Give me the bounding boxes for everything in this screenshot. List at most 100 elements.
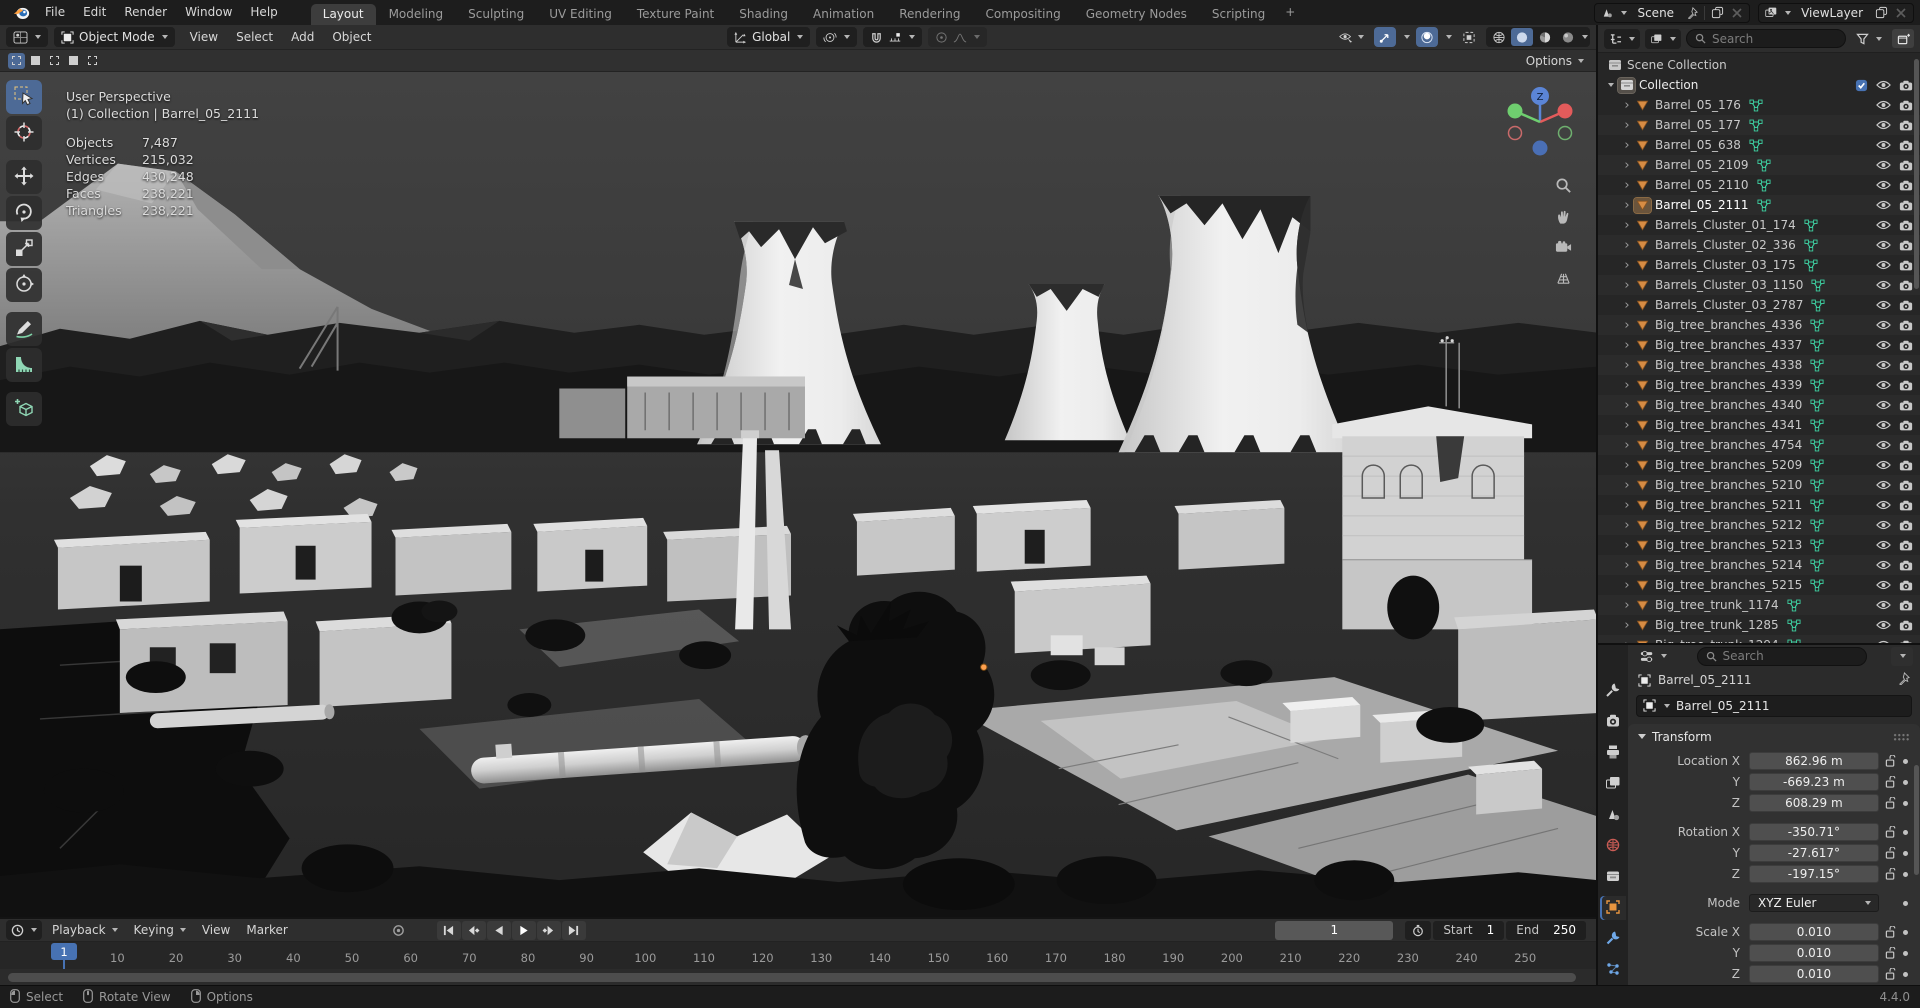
tool-button[interactable] bbox=[6, 116, 42, 150]
outliner-item[interactable]: › Big_tree_trunk_1285 bbox=[1598, 615, 1920, 635]
animate-property-dot[interactable] bbox=[1900, 900, 1912, 906]
properties-tab[interactable] bbox=[1600, 958, 1626, 982]
disable-render-camera-icon[interactable] bbox=[1897, 180, 1914, 191]
disable-render-camera-icon[interactable] bbox=[1897, 100, 1914, 111]
expand-chevron-icon[interactable]: › bbox=[1620, 378, 1634, 393]
scene-collection-row[interactable]: Scene Collection bbox=[1598, 55, 1920, 75]
outliner-item[interactable]: › Barrel_05_2111 bbox=[1598, 195, 1920, 215]
select-mode-invert[interactable] bbox=[65, 53, 82, 69]
expand-chevron-icon[interactable]: › bbox=[1620, 538, 1634, 553]
disable-render-camera-icon[interactable] bbox=[1897, 440, 1914, 451]
outliner-item[interactable]: › Big_tree_branches_5215 bbox=[1598, 575, 1920, 595]
expand-chevron-icon[interactable]: › bbox=[1620, 338, 1634, 353]
tool-button[interactable] bbox=[6, 160, 42, 194]
timeline-menu-item[interactable]: View bbox=[194, 923, 238, 937]
outliner-item[interactable]: › Big_tree_branches_5211 bbox=[1598, 495, 1920, 515]
proportional-edit-controls[interactable] bbox=[928, 27, 988, 47]
3d-viewport[interactable]: User Perspective (1) Collection | Barrel… bbox=[0, 72, 1596, 917]
disable-render-camera-icon[interactable] bbox=[1897, 580, 1914, 591]
disable-render-camera-icon[interactable] bbox=[1897, 200, 1914, 211]
expand-chevron-icon[interactable]: › bbox=[1620, 118, 1634, 133]
workspace-tab[interactable]: Sculpting bbox=[456, 4, 536, 25]
tool-button[interactable] bbox=[6, 392, 42, 426]
viewport-menu-item[interactable]: Object bbox=[323, 25, 380, 50]
expand-chevron-icon[interactable]: › bbox=[1620, 618, 1634, 633]
disable-render-camera-icon[interactable] bbox=[1897, 280, 1914, 291]
select-mode-intersect[interactable] bbox=[84, 53, 101, 69]
workspace-tab[interactable]: Scripting bbox=[1200, 4, 1277, 25]
transform-value-field[interactable]: 0.010 bbox=[1749, 965, 1879, 983]
zoom-icon[interactable] bbox=[1552, 174, 1574, 196]
end-frame-field[interactable]: End 250 bbox=[1506, 920, 1586, 940]
disable-render-camera-icon[interactable] bbox=[1897, 480, 1914, 491]
remove-viewlayer-icon[interactable] bbox=[1893, 6, 1909, 20]
xray-toggle[interactable] bbox=[1458, 27, 1480, 47]
properties-tab[interactable] bbox=[1600, 772, 1626, 796]
workspace-tab[interactable]: Layout bbox=[310, 4, 376, 25]
outliner-item[interactable]: › Barrel_05_176 bbox=[1598, 95, 1920, 115]
outliner-item[interactable]: › Big_tree_branches_4341 bbox=[1598, 415, 1920, 435]
expand-chevron-icon[interactable]: › bbox=[1620, 458, 1634, 473]
disable-render-camera-icon[interactable] bbox=[1897, 420, 1914, 431]
workspace-tab[interactable]: Compositing bbox=[973, 4, 1072, 25]
outliner-item[interactable]: › Big_tree_branches_5213 bbox=[1598, 535, 1920, 555]
expand-chevron-icon[interactable]: › bbox=[1620, 578, 1634, 593]
disable-render-camera-icon[interactable] bbox=[1897, 640, 1914, 643]
collapse-arrow-icon[interactable] bbox=[1608, 83, 1614, 87]
scene-selector[interactable]: Scene bbox=[1594, 2, 1751, 23]
expand-chevron-icon[interactable]: › bbox=[1620, 218, 1634, 233]
select-mode-new[interactable] bbox=[8, 52, 25, 69]
expand-chevron-icon[interactable]: › bbox=[1620, 598, 1634, 613]
animate-property-dot[interactable] bbox=[1900, 829, 1912, 835]
outliner-item[interactable]: › Barrel_05_638 bbox=[1598, 135, 1920, 155]
disable-render-camera-icon[interactable] bbox=[1897, 600, 1914, 611]
expand-chevron-icon[interactable]: › bbox=[1620, 278, 1634, 293]
lock-icon[interactable] bbox=[1882, 847, 1900, 859]
hide-eye-icon[interactable] bbox=[1875, 300, 1892, 310]
animate-property-dot[interactable] bbox=[1900, 779, 1912, 785]
tool-button[interactable] bbox=[6, 312, 42, 346]
blender-logo-icon[interactable] bbox=[6, 6, 36, 20]
auto-keying-toggle[interactable] bbox=[388, 921, 410, 940]
lock-icon[interactable] bbox=[1882, 776, 1900, 788]
disable-render-camera-icon[interactable] bbox=[1897, 240, 1914, 251]
show-hide-dropdown[interactable] bbox=[1334, 27, 1368, 47]
shading-material-button[interactable] bbox=[1534, 28, 1556, 46]
expand-chevron-icon[interactable]: › bbox=[1620, 98, 1634, 113]
hide-eye-icon[interactable] bbox=[1875, 640, 1892, 643]
animate-property-dot[interactable] bbox=[1900, 971, 1912, 977]
breadcrumb-object-name[interactable]: Barrel_05_2111 bbox=[1658, 673, 1752, 687]
workspace-tab[interactable]: Texture Paint bbox=[625, 4, 726, 25]
transform-panel-header[interactable]: Transform bbox=[1628, 724, 1920, 749]
disable-render-camera-icon[interactable] bbox=[1897, 620, 1914, 631]
mode-dropdown[interactable]: Object Mode bbox=[54, 27, 175, 47]
animate-property-dot[interactable] bbox=[1900, 871, 1912, 877]
expand-chevron-icon[interactable]: › bbox=[1620, 238, 1634, 253]
properties-tab[interactable] bbox=[1600, 865, 1626, 889]
outliner-item[interactable]: › Barrel_05_2109 bbox=[1598, 155, 1920, 175]
disable-render-camera-icon[interactable] bbox=[1897, 500, 1914, 511]
outliner-item[interactable]: › Big_tree_branches_5210 bbox=[1598, 475, 1920, 495]
hide-eye-icon[interactable] bbox=[1875, 260, 1892, 270]
select-mode-subtract[interactable] bbox=[46, 53, 63, 69]
timeline-editor-type-button[interactable] bbox=[6, 920, 42, 941]
collection-row[interactable]: Collection bbox=[1598, 75, 1920, 95]
expand-chevron-icon[interactable]: › bbox=[1620, 198, 1634, 213]
expand-chevron-icon[interactable]: › bbox=[1620, 498, 1634, 513]
hide-eye-icon[interactable] bbox=[1875, 360, 1892, 370]
timeline-scrollbar[interactable] bbox=[8, 972, 1576, 982]
outliner-filter-button[interactable] bbox=[1851, 29, 1887, 49]
disable-render-camera-icon[interactable] bbox=[1897, 120, 1914, 131]
outliner-item[interactable]: › Barrels_Cluster_03_1150 bbox=[1598, 275, 1920, 295]
tool-button[interactable] bbox=[6, 196, 42, 230]
pivot-point-dropdown[interactable] bbox=[816, 27, 858, 47]
lock-icon[interactable] bbox=[1882, 868, 1900, 880]
pan-hand-icon[interactable] bbox=[1552, 205, 1574, 227]
transform-value-field[interactable]: -350.71° bbox=[1749, 823, 1879, 841]
outliner-item[interactable]: › Big_tree_branches_4340 bbox=[1598, 395, 1920, 415]
topbar-menu-item[interactable]: Edit bbox=[74, 0, 115, 25]
outliner-scrollbar[interactable] bbox=[1914, 59, 1919, 289]
transform-value-field[interactable]: 0.010 bbox=[1749, 923, 1879, 941]
transform-value-field[interactable]: -27.617° bbox=[1749, 844, 1879, 862]
expand-chevron-icon[interactable]: › bbox=[1620, 298, 1634, 313]
